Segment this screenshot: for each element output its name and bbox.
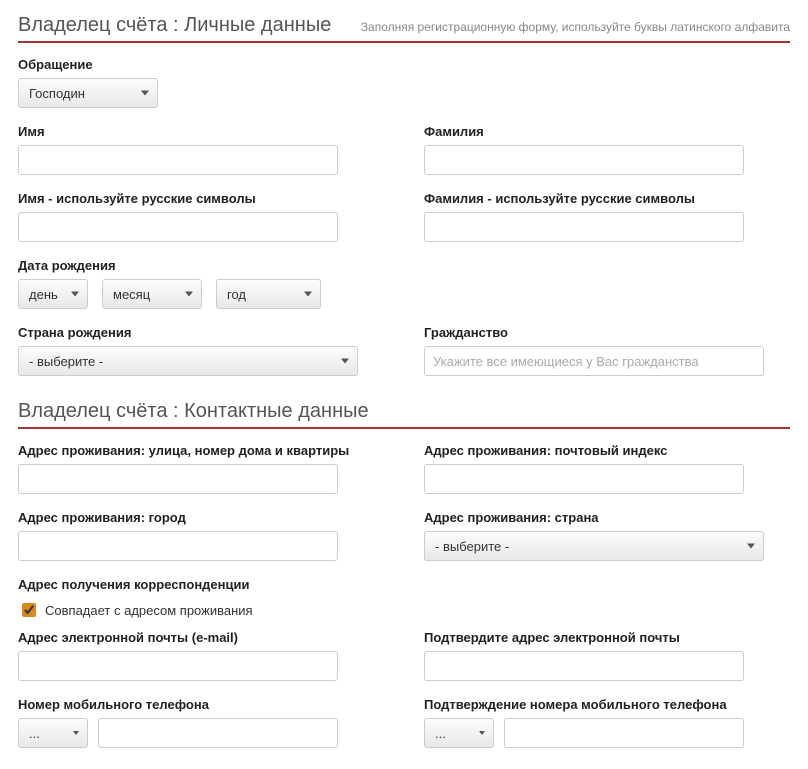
phone-confirm-label: Подтверждение номера мобильного телефона: [424, 697, 790, 712]
salutation-value: Господин: [29, 86, 85, 101]
salutation-label: Обращение: [18, 57, 790, 72]
dob-year-value: год: [227, 287, 246, 302]
phone-confirm-input[interactable]: [504, 718, 744, 748]
salutation-select[interactable]: Господин: [18, 78, 158, 108]
birth-country-value: - выберите -: [29, 354, 103, 369]
birth-country-select[interactable]: - выберите -: [18, 346, 358, 376]
section-personal-header: Владелец счёта : Личные данные Заполняя …: [18, 14, 790, 43]
birth-country-label: Страна рождения: [18, 325, 384, 340]
addr-street-input[interactable]: [18, 464, 338, 494]
phone-confirm-code-value: ...: [435, 726, 446, 741]
addr-city-label: Адрес проживания: город: [18, 510, 384, 525]
email-confirm-input[interactable]: [424, 651, 744, 681]
mailing-label: Адрес получения корреспонденции: [18, 577, 790, 592]
dob-month-value: месяц: [113, 287, 150, 302]
chevron-down-icon: [141, 91, 149, 96]
chevron-down-icon: [304, 292, 312, 297]
first-name-label: Имя: [18, 124, 384, 139]
last-name-label: Фамилия: [424, 124, 790, 139]
mailing-same-label: Совпадает с адресом проживания: [45, 603, 253, 618]
email-label: Адрес электронной почты (e-mail): [18, 630, 384, 645]
dob-day-select[interactable]: день: [18, 279, 88, 309]
phone-code-select[interactable]: ...: [18, 718, 88, 748]
addr-city-input[interactable]: [18, 531, 338, 561]
chevron-down-icon: [73, 731, 79, 735]
citizenship-label: Гражданство: [424, 325, 790, 340]
addr-street-label: Адрес проживания: улица, номер дома и кв…: [18, 443, 384, 458]
addr-country-select[interactable]: - выберите -: [424, 531, 764, 561]
phone-confirm-code-select[interactable]: ...: [424, 718, 494, 748]
phone-input[interactable]: [98, 718, 338, 748]
chevron-down-icon: [341, 359, 349, 364]
addr-zip-label: Адрес проживания: почтовый индекс: [424, 443, 790, 458]
addr-country-value: - выберите -: [435, 539, 509, 554]
email-confirm-label: Подтвердите адрес электронной почты: [424, 630, 790, 645]
section-contact-header: Владелец счёта : Контактные данные: [18, 400, 790, 429]
last-name-ru-label: Фамилия - используйте русские символы: [424, 191, 790, 206]
first-name-input[interactable]: [18, 145, 338, 175]
dob-month-select[interactable]: месяц: [102, 279, 202, 309]
mailing-same-checkbox[interactable]: [22, 603, 36, 617]
chevron-down-icon: [185, 292, 193, 297]
dob-day-value: день: [29, 287, 58, 302]
chevron-down-icon: [747, 544, 755, 549]
first-name-ru-input[interactable]: [18, 212, 338, 242]
email-input[interactable]: [18, 651, 338, 681]
section-personal-title: Владелец счёта : Личные данные: [18, 14, 331, 37]
first-name-ru-label: Имя - используйте русские символы: [18, 191, 384, 206]
dob-year-select[interactable]: год: [216, 279, 321, 309]
addr-zip-input[interactable]: [424, 464, 744, 494]
last-name-input[interactable]: [424, 145, 744, 175]
section-personal-hint: Заполняя регистрационную форму, использу…: [361, 20, 790, 34]
addr-country-label: Адрес проживания: страна: [424, 510, 790, 525]
last-name-ru-input[interactable]: [424, 212, 744, 242]
dob-label: Дата рождения: [18, 258, 790, 273]
section-contact-title: Владелец счёта : Контактные данные: [18, 400, 369, 423]
citizenship-input[interactable]: [424, 346, 764, 376]
chevron-down-icon: [479, 731, 485, 735]
phone-code-value: ...: [29, 726, 40, 741]
chevron-down-icon: [71, 292, 79, 297]
phone-label: Номер мобильного телефона: [18, 697, 384, 712]
